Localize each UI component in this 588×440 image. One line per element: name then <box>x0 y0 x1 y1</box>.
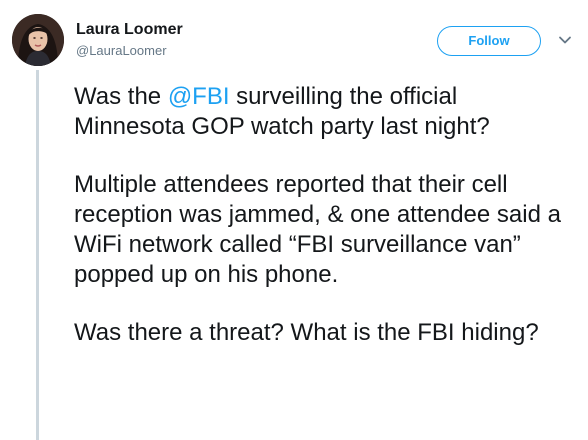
avatar-photo <box>12 14 64 66</box>
chevron-down-icon[interactable] <box>558 35 572 45</box>
follow-button[interactable]: Follow <box>437 26 541 56</box>
tweet-card: Laura Loomer @LauraLoomer Follow Was the… <box>0 0 588 440</box>
user-info: Laura Loomer @LauraLoomer <box>76 20 183 59</box>
mention-link[interactable]: @FBI <box>168 83 230 110</box>
display-name[interactable]: Laura Loomer <box>76 20 183 40</box>
avatar[interactable] <box>12 14 64 66</box>
tweet-text: Was the @FBI surveilling the official Mi… <box>74 82 574 376</box>
tweet-text-segment: Was the <box>74 83 168 110</box>
tweet-paragraph: Was the @FBI surveilling the official Mi… <box>74 82 574 142</box>
tweet-paragraph: Multiple attendees reported that their c… <box>74 171 561 288</box>
thread-line <box>36 70 39 440</box>
username-handle[interactable]: @LauraLoomer <box>76 43 183 59</box>
tweet-paragraph: Was there a threat? What is the FBI hidi… <box>74 319 539 346</box>
